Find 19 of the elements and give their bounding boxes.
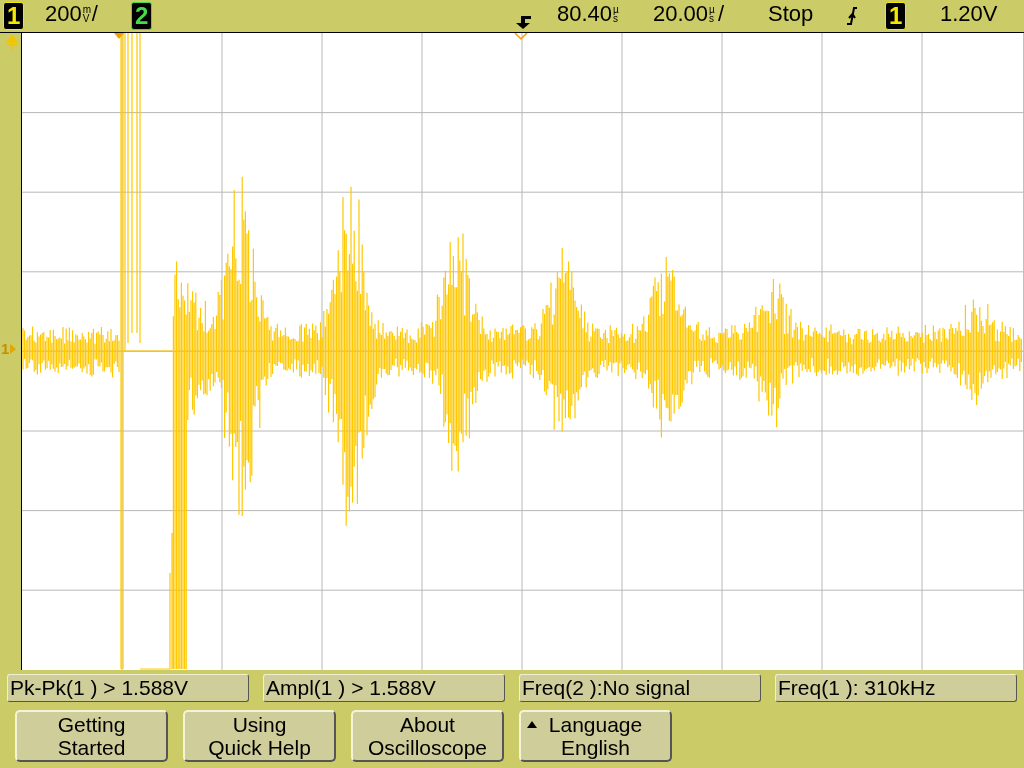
measurement-readout: Pk-Pk(1 ) > 1.588V (7, 674, 249, 702)
trigger-time-marker-icon (114, 33, 124, 39)
trigger-level-reading: 1.20V (940, 3, 998, 25)
run-state: Stop (768, 3, 814, 25)
trigger-source-badge[interactable]: 1 (885, 2, 907, 30)
delay-marker-icon (514, 33, 528, 41)
channel-badge[interactable]: 2 (131, 2, 153, 30)
measurement-readout: Freq(2 ):No signal (519, 674, 761, 702)
measurement-readout: Ampl(1 ) > 1.588V (263, 674, 505, 702)
softkey-button[interactable]: About Oscilloscope (351, 710, 504, 762)
channel-badge[interactable]: 1 (3, 2, 25, 30)
trigger-position-arrow-icon (515, 14, 533, 30)
trigger-level-marker-icon (6, 35, 18, 51)
ground-arrow-icon (9, 342, 18, 355)
rising-edge-icon (846, 6, 858, 26)
softkey-button[interactable]: Using Quick Help (183, 710, 336, 762)
softkey-button[interactable]: Language English (519, 710, 672, 762)
softkey-button[interactable]: Getting Started (15, 710, 168, 762)
measurement-readout: Freq(1 ): 310kHz (775, 674, 1017, 702)
